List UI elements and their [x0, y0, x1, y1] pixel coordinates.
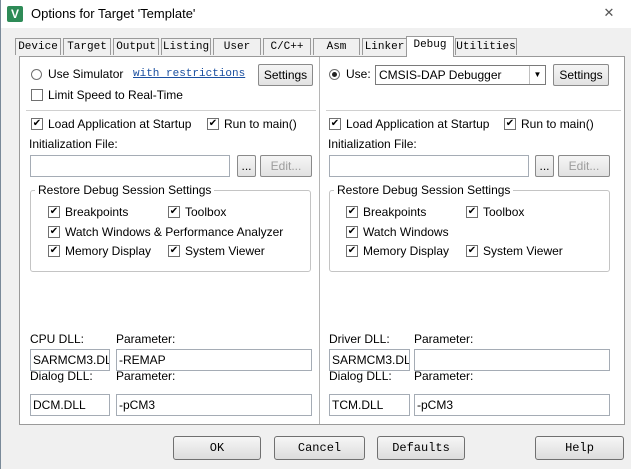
simulator-section: Use Simulator with restrictions Settings… — [20, 57, 319, 424]
close-icon[interactable]: ✕ — [599, 6, 619, 20]
limit-speed-label: Limit Speed to Real-Time — [48, 88, 183, 102]
watch-windows-label: Watch Windows — [363, 225, 449, 239]
window-title: Options for Target 'Template' — [31, 6, 196, 21]
run-to-main-label: Run to main() — [521, 117, 594, 131]
load-app-label: Load Application at Startup — [346, 117, 490, 131]
dialog-parameter-input[interactable]: -pCM3 — [116, 394, 312, 416]
init-file-label: Initialization File: — [328, 137, 417, 151]
restore-settings-title: Restore Debug Session Settings — [334, 183, 514, 197]
dialog-parameter-input[interactable]: -pCM3 — [414, 394, 610, 416]
use-debugger-radio[interactable] — [329, 69, 340, 80]
init-file-label: Initialization File: — [29, 137, 118, 151]
chevron-down-icon: ▼ — [529, 66, 545, 84]
help-button[interactable]: Help — [535, 436, 624, 460]
debugger-settings-button[interactable]: Settings — [553, 64, 609, 86]
init-file-edit-button[interactable]: Edit... — [260, 155, 312, 177]
run-to-main-checkbox[interactable]: ✔ — [207, 118, 219, 130]
tab-c-cpp[interactable]: C/C++ — [263, 38, 311, 55]
simulator-settings-button[interactable]: Settings — [258, 64, 313, 86]
breakpoints-label: Breakpoints — [65, 205, 129, 219]
memory-display-label: Memory Display — [65, 244, 152, 258]
driver-dll-input[interactable]: SARMCM3.DLL — [329, 349, 410, 371]
load-app-checkbox[interactable]: ✔ — [31, 118, 43, 130]
dialog-dll-label: Dialog DLL: — [329, 369, 392, 383]
system-viewer-checkbox[interactable]: ✔ — [466, 245, 478, 257]
system-viewer-label: System Viewer — [483, 244, 563, 258]
use-label: Use: — [346, 67, 371, 81]
memory-display-label: Memory Display — [363, 244, 450, 258]
toolbox-checkbox[interactable]: ✔ — [168, 206, 180, 218]
title-bar: V Options for Target 'Template' ✕ — [1, 0, 631, 28]
breakpoints-checkbox[interactable]: ✔ — [48, 206, 60, 218]
cpu-parameter-input[interactable]: -REMAP — [116, 349, 312, 371]
run-to-main-label: Run to main() — [224, 117, 297, 131]
toolbox-label: Toolbox — [483, 205, 525, 219]
divider — [26, 110, 316, 111]
init-file-input[interactable] — [329, 155, 529, 177]
ok-button[interactable]: OK — [173, 436, 261, 460]
dialog-parameter-label: Parameter: — [116, 369, 176, 383]
tab-debug[interactable]: Debug — [406, 36, 454, 57]
keil-app-icon: V — [7, 6, 23, 22]
init-file-input[interactable] — [30, 155, 230, 177]
tab-target[interactable]: Target — [63, 38, 111, 55]
tab-user[interactable]: User — [213, 38, 261, 55]
driver-parameter-input[interactable] — [414, 349, 610, 371]
use-simulator-label: Use Simulator — [48, 67, 124, 81]
dialog-dll-input[interactable]: TCM.DLL — [329, 394, 410, 416]
cpu-dll-label: CPU DLL: — [30, 332, 85, 346]
init-file-browse-button[interactable]: ... — [237, 155, 256, 177]
limit-speed-checkbox[interactable] — [31, 89, 43, 101]
tab-listing[interactable]: Listing — [161, 38, 211, 55]
breakpoints-label: Breakpoints — [363, 205, 427, 219]
restore-settings-title: Restore Debug Session Settings — [35, 183, 215, 197]
init-file-edit-button[interactable]: Edit... — [558, 155, 610, 177]
watch-windows-checkbox[interactable]: ✔ — [48, 226, 60, 238]
system-viewer-checkbox[interactable]: ✔ — [168, 245, 180, 257]
toolbox-checkbox[interactable]: ✔ — [466, 206, 478, 218]
debugger-select[interactable]: CMSIS-DAP Debugger ▼ — [375, 65, 546, 85]
load-app-checkbox[interactable]: ✔ — [329, 118, 341, 130]
toolbox-label: Toolbox — [185, 205, 227, 219]
dialog-dll-input[interactable]: DCM.DLL — [30, 394, 110, 416]
options-dialog: V Options for Target 'Template' ✕ Device… — [0, 0, 631, 469]
debugger-section: Use: CMSIS-DAP Debugger ▼ Settings ✔ Loa… — [319, 57, 625, 424]
breakpoints-checkbox[interactable]: ✔ — [346, 206, 358, 218]
debug-tab-panel: Use Simulator with restrictions Settings… — [19, 56, 625, 425]
with-restrictions-link[interactable]: with restrictions — [133, 68, 245, 80]
memory-display-checkbox[interactable]: ✔ — [346, 245, 358, 257]
watch-windows-checkbox[interactable]: ✔ — [346, 226, 358, 238]
cpu-parameter-label: Parameter: — [116, 332, 176, 346]
tab-linker[interactable]: Linker — [362, 38, 407, 55]
defaults-button[interactable]: Defaults — [377, 436, 465, 460]
run-to-main-checkbox[interactable]: ✔ — [504, 118, 516, 130]
debugger-select-value: CMSIS-DAP Debugger — [379, 68, 502, 82]
watch-windows-label: Watch Windows & Performance Analyzer — [65, 225, 284, 239]
dialog-parameter-label: Parameter: — [414, 369, 474, 383]
driver-parameter-label: Parameter: — [414, 332, 474, 346]
tab-device[interactable]: Device — [15, 38, 61, 55]
memory-display-checkbox[interactable]: ✔ — [48, 245, 60, 257]
init-file-browse-button[interactable]: ... — [535, 155, 554, 177]
divider — [326, 110, 621, 111]
driver-dll-label: Driver DLL: — [329, 332, 390, 346]
tab-asm[interactable]: Asm — [313, 38, 360, 55]
tab-output[interactable]: Output — [113, 38, 159, 55]
load-app-label: Load Application at Startup — [48, 117, 192, 131]
dialog-dll-label: Dialog DLL: — [30, 369, 93, 383]
use-simulator-radio[interactable] — [31, 69, 42, 80]
cpu-dll-input[interactable]: SARMCM3.DLL — [30, 349, 110, 371]
tab-utilities[interactable]: Utilities — [455, 38, 517, 55]
cancel-button[interactable]: Cancel — [274, 436, 365, 460]
system-viewer-label: System Viewer — [185, 244, 265, 258]
